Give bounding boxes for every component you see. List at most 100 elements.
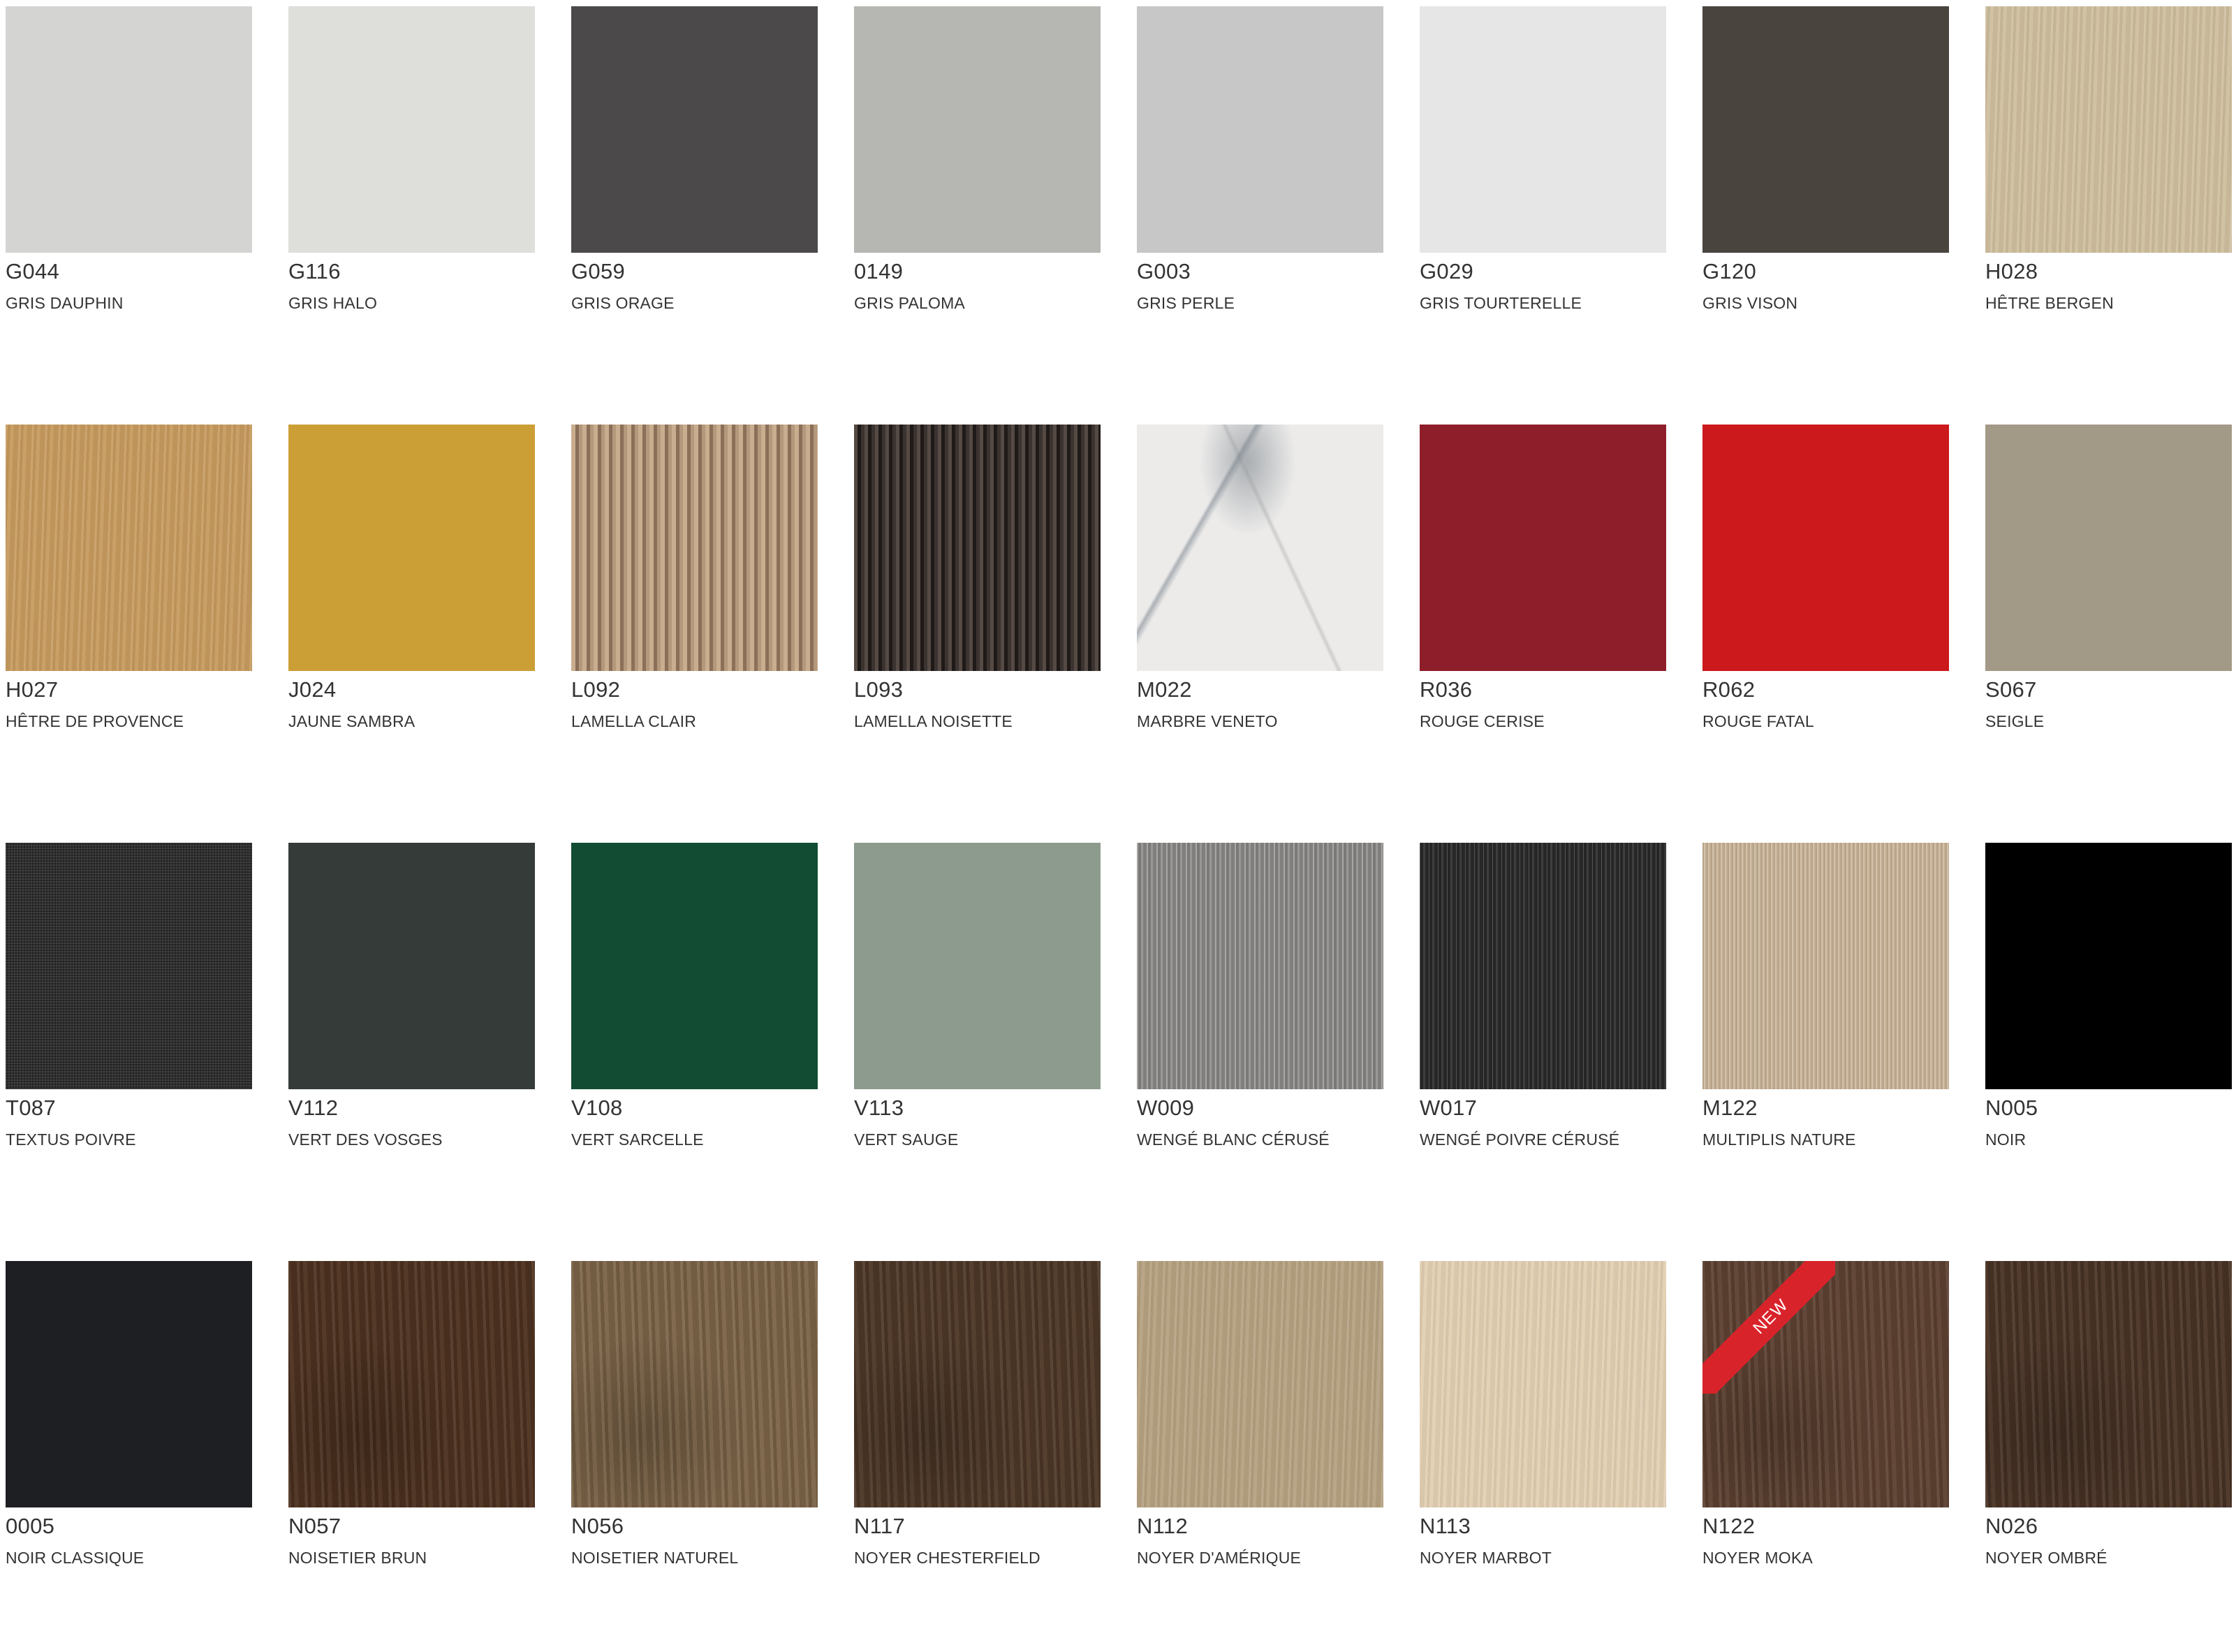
swatch-image[interactable]	[6, 6, 252, 253]
swatch-image[interactable]	[854, 1261, 1101, 1507]
swatch-card[interactable]: W017 WENGÉ POIVRE CÉRUSÉ	[1420, 843, 1666, 1261]
swatch-code: J024	[288, 677, 337, 702]
swatch-image[interactable]	[1420, 843, 1666, 1089]
swatch-code: R062	[1702, 677, 1756, 702]
swatch-name: LAMELLA NOISETTE	[854, 712, 1013, 730]
swatch-code: N117	[854, 1514, 906, 1538]
swatch-image[interactable]	[571, 1261, 818, 1507]
swatch-image[interactable]	[288, 425, 535, 671]
swatch-image[interactable]	[1137, 6, 1383, 253]
swatch-card[interactable]: T087 TEXTUS POIVRE	[6, 843, 252, 1261]
swatch-image[interactable]	[1420, 1261, 1666, 1507]
swatch-name: SEIGLE	[1985, 712, 2045, 730]
swatch-card[interactable]: G059 GRIS ORAGE	[571, 6, 818, 425]
swatch-card[interactable]: W009 WENGÉ BLANC CÉRUSÉ	[1137, 843, 1383, 1261]
swatch-code: N026	[1985, 1514, 2038, 1538]
swatch-card[interactable]: G029 GRIS TOURTERELLE	[1420, 6, 1666, 425]
new-badge: NEW	[1702, 1261, 1835, 1394]
swatch-image[interactable]	[1137, 1261, 1383, 1507]
swatch-code: W009	[1137, 1096, 1195, 1120]
swatch-image[interactable]	[854, 425, 1101, 671]
swatch-image[interactable]	[1702, 843, 1949, 1089]
swatch-name: GRIS TOURTERELLE	[1420, 294, 1582, 312]
swatch-image[interactable]	[571, 6, 818, 253]
swatch-image[interactable]	[1985, 843, 2232, 1089]
swatch-code: V113	[854, 1096, 904, 1120]
swatch-card[interactable]: N112 NOYER D'AMÉRIQUE	[1137, 1261, 1383, 1652]
swatch-card[interactable]: N113 NOYER MARBOT	[1420, 1261, 1666, 1652]
swatch-name: HÊTRE DE PROVENCE	[6, 712, 184, 730]
swatch-name: TEXTUS POIVRE	[6, 1130, 136, 1149]
swatch-image[interactable]	[1702, 6, 1949, 253]
swatch-card[interactable]: G044 GRIS DAUPHIN	[6, 6, 252, 425]
swatch-card[interactable]: G120 GRIS VISON	[1702, 6, 1949, 425]
swatch-code: G044	[6, 259, 60, 283]
swatch-image[interactable]	[1985, 425, 2232, 671]
swatch-image[interactable]	[1420, 6, 1666, 253]
swatch-code: G059	[571, 259, 626, 283]
swatch-image[interactable]	[1420, 425, 1666, 671]
swatch-card[interactable]: V112 VERT DES VOSGES	[288, 843, 535, 1261]
swatch-image[interactable]	[854, 843, 1101, 1089]
swatch-name: NOYER CHESTERFIELD	[854, 1549, 1040, 1567]
swatch-card[interactable]: H027 HÊTRE DE PROVENCE	[6, 425, 252, 843]
swatch-grid: G044 GRIS DAUPHIN G116 GRIS HALO G059 GRIS OR…	[6, 6, 2233, 1652]
swatch-card[interactable]: S067 SEIGLE	[1985, 425, 2232, 843]
swatch-card[interactable]: N117 NOYER CHESTERFIELD	[854, 1261, 1101, 1652]
swatch-card[interactable]: J024 JAUNE SAMBRA	[288, 425, 535, 843]
swatch-image[interactable]	[288, 843, 535, 1089]
swatch-name: GRIS HALO	[288, 294, 378, 312]
swatch-card[interactable]: 0149 GRIS PALOMA	[854, 6, 1101, 425]
swatch-name: LAMELLA CLAIR	[571, 712, 697, 730]
swatch-image[interactable]	[571, 425, 818, 671]
swatch-image[interactable]	[6, 425, 252, 671]
swatch-card[interactable]: R036 ROUGE CERISE	[1420, 425, 1666, 843]
new-badge-label: NEW	[1702, 1261, 1835, 1394]
swatch-image[interactable]	[571, 843, 818, 1089]
swatch-image[interactable]	[1985, 1261, 2232, 1507]
swatch-name: GRIS PERLE	[1137, 294, 1235, 312]
swatch-card[interactable]: G116 GRIS HALO	[288, 6, 535, 425]
swatch-image[interactable]	[6, 843, 252, 1089]
swatch-card[interactable]: 0005 NOIR CLASSIQUE	[6, 1261, 252, 1652]
swatch-card[interactable]: N057 NOISETIER BRUN	[288, 1261, 535, 1652]
swatch-image[interactable]	[1985, 6, 2232, 253]
swatch-card[interactable]: V113 VERT SAUGE	[854, 843, 1101, 1261]
swatch-card[interactable]: N026 NOYER OMBRÉ	[1985, 1261, 2232, 1652]
swatch-code: W017	[1420, 1096, 1478, 1120]
swatch-card[interactable]: R062 ROUGE FATAL	[1702, 425, 1949, 843]
swatch-card[interactable]: N005 NOIR	[1985, 843, 2232, 1261]
swatch-image[interactable]	[1137, 843, 1383, 1089]
swatch-code: R036	[1420, 677, 1473, 702]
swatch-name: GRIS DAUPHIN	[6, 294, 124, 312]
swatch-code: V108	[571, 1096, 623, 1120]
swatch-card[interactable]: V108 VERT SARCELLE	[571, 843, 818, 1261]
swatch-card[interactable]: L092 LAMELLA CLAIR	[571, 425, 818, 843]
swatch-image[interactable]	[1702, 425, 1949, 671]
swatch-card[interactable]: L093 LAMELLA NOISETTE	[854, 425, 1101, 843]
swatch-card[interactable]: M022 MARBRE VENETO	[1137, 425, 1383, 843]
swatch-image[interactable]: NEW	[1702, 1261, 1949, 1507]
swatch-name: NOYER OMBRÉ	[1985, 1549, 2108, 1567]
swatch-image[interactable]	[6, 1261, 252, 1507]
swatch-code: S067	[1985, 677, 2037, 702]
swatch-image[interactable]	[288, 1261, 535, 1507]
swatch-card[interactable]: H028 HÊTRE BERGEN	[1985, 6, 2232, 425]
swatch-code: 0005	[6, 1514, 55, 1538]
swatch-code: G003	[1137, 259, 1191, 283]
swatch-card[interactable]: M122 MULTIPLIS NATURE	[1702, 843, 1949, 1261]
swatch-code: N113	[1420, 1514, 1471, 1538]
swatch-image[interactable]	[854, 6, 1101, 253]
swatch-name: HÊTRE BERGEN	[1985, 294, 2114, 312]
swatch-code: G120	[1702, 259, 1757, 283]
swatch-code: M022	[1137, 677, 1192, 702]
swatch-card[interactable]: NEW N122 NOYER MOKA	[1702, 1261, 1949, 1652]
swatch-card[interactable]: G003 GRIS PERLE	[1137, 6, 1383, 425]
swatch-name: MULTIPLIS NATURE	[1702, 1130, 1856, 1149]
swatch-name: ROUGE FATAL	[1702, 712, 1814, 730]
swatch-code: V112	[288, 1096, 339, 1120]
swatch-image[interactable]	[1137, 425, 1383, 671]
swatch-code: H028	[1985, 259, 2038, 283]
swatch-card[interactable]: N056 NOISETIER NATUREL	[571, 1261, 818, 1652]
swatch-image[interactable]	[288, 6, 535, 253]
